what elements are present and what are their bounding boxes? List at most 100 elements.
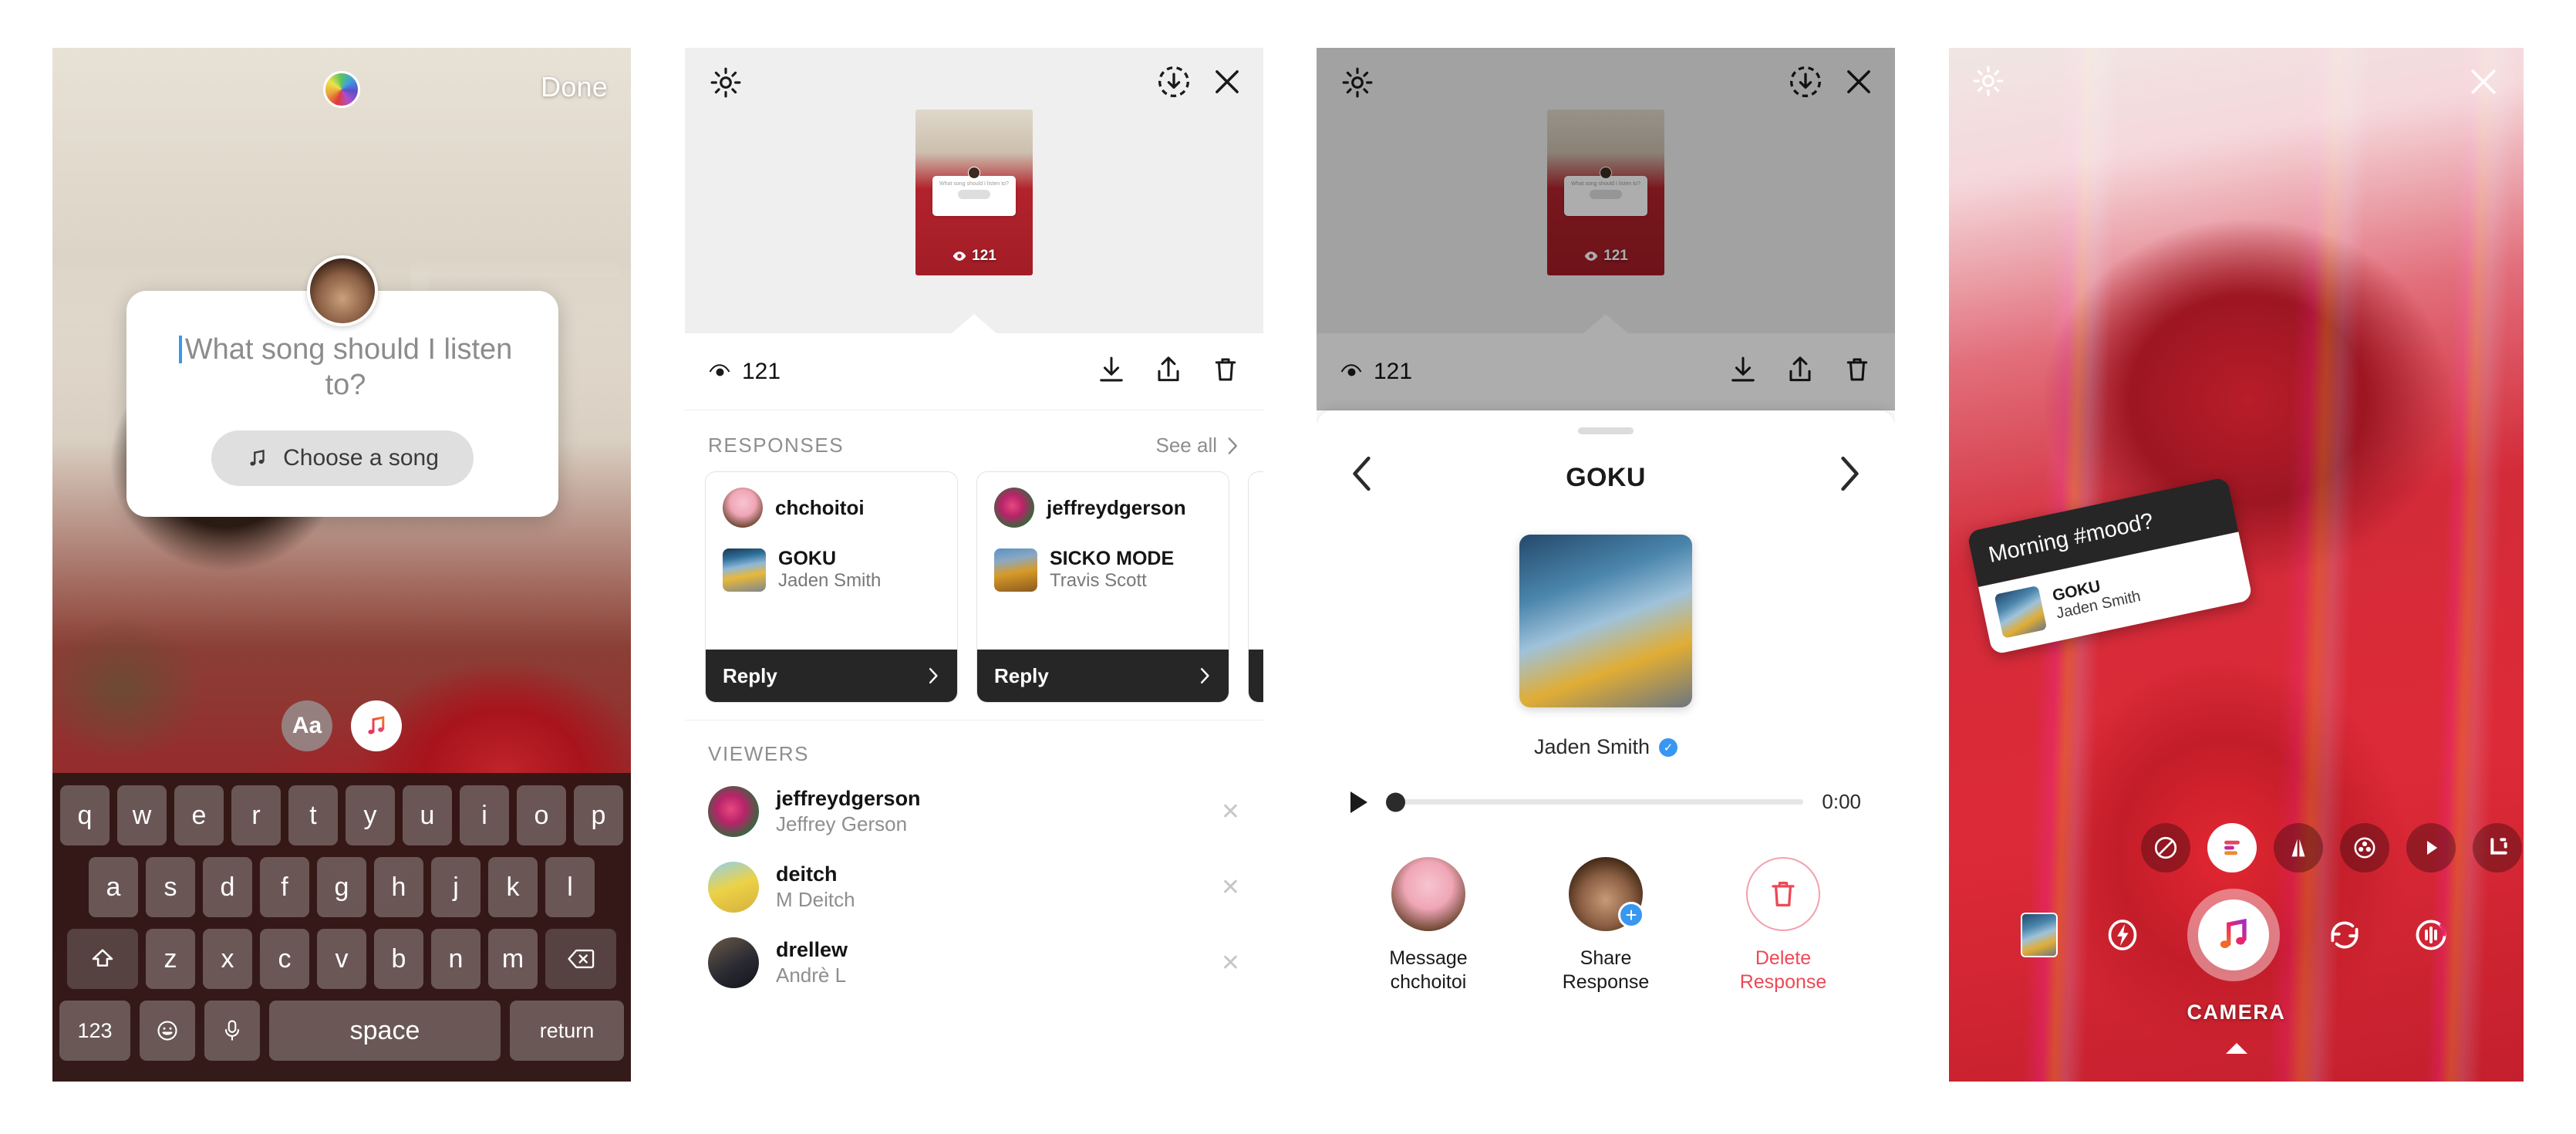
response-user[interactable]: chchoitoi xyxy=(723,488,940,528)
key-m[interactable]: m xyxy=(488,929,538,989)
viewer-list-item[interactable]: drellew Andrè L ✕ xyxy=(685,925,1263,1001)
key-o[interactable]: o xyxy=(517,785,566,845)
key-f[interactable]: f xyxy=(260,857,309,917)
download-button[interactable] xyxy=(1728,355,1758,388)
response-user[interactable]: jeffreydgerson xyxy=(994,488,1212,528)
rainbow-color-picker-icon[interactable] xyxy=(323,71,360,108)
sticker-prompt-text[interactable]: What song should I listen to? xyxy=(157,332,528,403)
audio-wave-button[interactable] xyxy=(2409,913,2453,957)
key-p[interactable]: p xyxy=(574,785,623,845)
remove-viewer-icon[interactable]: ✕ xyxy=(1221,950,1240,977)
done-button[interactable]: Done xyxy=(541,71,608,103)
story-thumbnail[interactable]: What song should I listen to? 121 xyxy=(915,110,1033,275)
save-story-button[interactable] xyxy=(1789,65,1822,103)
return-key[interactable]: return xyxy=(510,1001,624,1061)
key-r[interactable]: r xyxy=(231,785,281,845)
settings-gear-button[interactable] xyxy=(1341,66,1374,103)
response-card[interactable]: jeffreydgerson SICKO MODE Travis Scott R… xyxy=(976,471,1229,703)
key-s[interactable]: s xyxy=(146,857,195,917)
delete-button[interactable] xyxy=(1211,355,1240,388)
previous-response-button[interactable] xyxy=(1350,456,1374,499)
remove-viewer-icon[interactable]: ✕ xyxy=(1221,798,1240,825)
responses-carousel[interactable]: chchoitoi GOKU Jaden Smith Reply jeffrey… xyxy=(685,471,1263,703)
shutter-button[interactable] xyxy=(2187,889,2280,981)
key-c[interactable]: c xyxy=(260,929,309,989)
remove-viewer-icon[interactable]: ✕ xyxy=(1221,874,1240,901)
key-q[interactable]: q xyxy=(60,785,110,845)
share-response-action[interactable]: + Share Response xyxy=(1529,857,1683,995)
view-count-group[interactable]: 121 xyxy=(708,359,781,385)
key-t[interactable]: t xyxy=(288,785,338,845)
effects-carousel[interactable] xyxy=(1949,823,2524,872)
download-button[interactable] xyxy=(1097,355,1126,388)
play-icon[interactable] xyxy=(1350,791,1367,813)
message-user-action[interactable]: Message chchoitoi xyxy=(1351,857,1505,995)
reply-button[interactable]: Reply xyxy=(977,650,1229,702)
play-effect-filter[interactable] xyxy=(2406,823,2456,872)
crop-effect-filter[interactable] xyxy=(2473,823,2522,872)
flash-button[interactable] xyxy=(2101,913,2144,957)
key-j[interactable]: j xyxy=(431,857,480,917)
no-effect-filter[interactable] xyxy=(2141,823,2190,872)
close-button[interactable] xyxy=(1843,66,1875,102)
key-i[interactable]: i xyxy=(460,785,509,845)
sheet-drag-handle[interactable] xyxy=(1578,427,1634,434)
camera-mode-label[interactable]: CAMERA xyxy=(1949,1001,2524,1024)
artist-row[interactable]: Jaden Smith ✓ xyxy=(1317,735,1895,759)
on-screen-keyboard[interactable]: q w e r t y u i o p a s d f g h j k l z … xyxy=(52,773,631,1082)
reply-button[interactable] xyxy=(1249,650,1263,702)
delete-response-action[interactable]: Delete Response xyxy=(1706,857,1860,995)
emoji-key[interactable] xyxy=(140,1001,195,1061)
music-question-sticker[interactable]: What song should I listen to? Choose a s… xyxy=(126,255,558,518)
mirror-effect-filter[interactable] xyxy=(2274,823,2323,872)
key-v[interactable]: v xyxy=(317,929,366,989)
music-effect-filter[interactable] xyxy=(2207,823,2257,872)
next-response-button[interactable] xyxy=(1838,456,1861,499)
save-story-button[interactable] xyxy=(1157,65,1191,103)
key-a[interactable]: a xyxy=(89,857,138,917)
key-e[interactable]: e xyxy=(174,785,224,845)
backspace-key[interactable] xyxy=(545,929,616,989)
progress-thumb[interactable] xyxy=(1386,792,1405,812)
flip-camera-button[interactable] xyxy=(2323,913,2366,957)
dictation-key[interactable] xyxy=(204,1001,260,1061)
key-k[interactable]: k xyxy=(488,857,538,917)
numbers-key[interactable]: 123 xyxy=(59,1001,130,1061)
key-z[interactable]: z xyxy=(146,929,195,989)
viewer-list-item[interactable]: jeffreydgerson Jeffrey Gerson ✕ xyxy=(685,774,1263,849)
share-button[interactable] xyxy=(1154,355,1183,388)
kaleidoscope-effect-filter[interactable] xyxy=(2340,823,2389,872)
key-g[interactable]: g xyxy=(317,857,366,917)
text-tool-button[interactable]: Aa xyxy=(282,700,332,751)
response-card[interactable]: chchoitoi GOKU Jaden Smith Reply xyxy=(705,471,958,703)
key-x[interactable]: x xyxy=(203,929,252,989)
key-b[interactable]: b xyxy=(374,929,423,989)
shift-key[interactable] xyxy=(67,929,138,989)
key-h[interactable]: h xyxy=(374,857,423,917)
close-button[interactable] xyxy=(1211,66,1243,102)
story-thumbnail[interactable]: What song should I listen to? 121 xyxy=(1547,110,1664,275)
choose-a-song-button[interactable]: Choose a song xyxy=(211,430,474,487)
delete-button[interactable] xyxy=(1843,355,1872,388)
key-u[interactable]: u xyxy=(403,785,452,845)
space-key[interactable]: space xyxy=(269,1001,501,1061)
progress-track[interactable] xyxy=(1386,792,1804,812)
viewer-list-item[interactable]: deitch M Deitch ✕ xyxy=(685,849,1263,925)
see-all-responses-button[interactable]: See all xyxy=(1156,434,1241,457)
reply-button[interactable]: Reply xyxy=(706,650,957,702)
key-d[interactable]: d xyxy=(203,857,252,917)
share-button[interactable] xyxy=(1785,355,1815,388)
response-card[interactable] xyxy=(1248,471,1263,703)
response-song[interactable]: SICKO MODE Travis Scott xyxy=(994,548,1212,592)
close-button[interactable] xyxy=(2466,65,2500,103)
audio-player[interactable]: 0:00 xyxy=(1317,759,1895,814)
response-song[interactable]: GOKU Jaden Smith xyxy=(723,548,940,592)
settings-gear-button[interactable] xyxy=(1972,65,2004,103)
key-n[interactable]: n xyxy=(431,929,480,989)
view-count-group[interactable]: 121 xyxy=(1340,359,1412,385)
key-l[interactable]: l xyxy=(545,857,595,917)
music-tool-button[interactable] xyxy=(351,700,402,751)
key-w[interactable]: w xyxy=(117,785,167,845)
key-y[interactable]: y xyxy=(346,785,395,845)
settings-gear-button[interactable] xyxy=(710,66,742,103)
